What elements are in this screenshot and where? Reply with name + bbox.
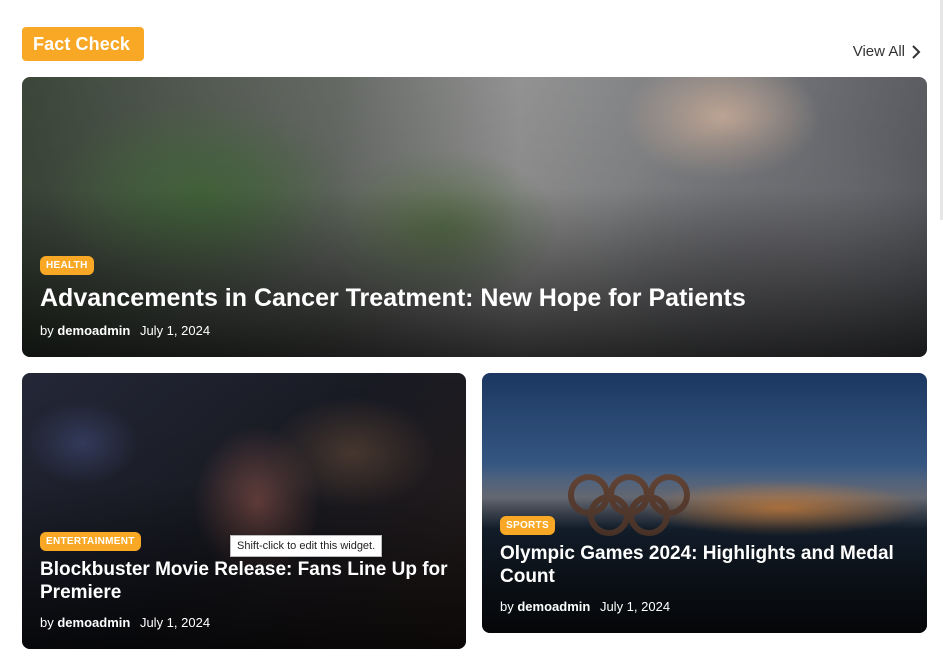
chevron-right-icon bbox=[912, 44, 921, 59]
author-link[interactable]: demoadmin bbox=[57, 323, 130, 338]
author-link[interactable]: demoadmin bbox=[57, 615, 130, 630]
article-date: July 1, 2024 bbox=[599, 598, 671, 614]
article-title[interactable]: Olympic Games 2024: Highlights and Medal… bbox=[500, 543, 909, 589]
featured-article-card[interactable]: HEALTH Advancements in Cancer Treatment:… bbox=[22, 77, 927, 357]
view-all-label: View All bbox=[852, 43, 905, 60]
article-card[interactable]: SPORTS Olympic Games 2024: Highlights an… bbox=[482, 373, 927, 633]
byline-prefix: by bbox=[500, 598, 514, 614]
byline-prefix: by bbox=[40, 323, 54, 338]
author-link[interactable]: demoadmin bbox=[517, 599, 590, 614]
article-card[interactable]: ENTERTAINMENT Blockbuster Movie Release:… bbox=[22, 373, 466, 649]
edit-widget-tooltip: Shift-click to edit this widget. bbox=[230, 535, 383, 557]
article-meta: by demoadmin July 1, 2024 bbox=[500, 599, 909, 614]
byline-prefix: by bbox=[40, 614, 54, 630]
article-meta: by demoadmin July 1, 2024 bbox=[40, 323, 909, 338]
category-badge[interactable]: ENTERTAINMENT bbox=[40, 532, 141, 551]
article-date: July 1, 2024 bbox=[139, 323, 211, 338]
article-date: July 1, 2024 bbox=[139, 614, 211, 630]
view-all-link[interactable]: View All bbox=[853, 43, 921, 60]
article-meta: by demoadmin July 1, 2024 bbox=[40, 615, 448, 630]
category-badge[interactable]: SPORTS bbox=[500, 516, 555, 535]
section-title: Fact Check bbox=[22, 27, 144, 61]
article-title[interactable]: Blockbuster Movie Release: Fans Line Up … bbox=[40, 559, 448, 605]
article-title[interactable]: Advancements in Cancer Treatment: New Ho… bbox=[40, 283, 909, 313]
category-badge[interactable]: HEALTH bbox=[40, 256, 94, 275]
